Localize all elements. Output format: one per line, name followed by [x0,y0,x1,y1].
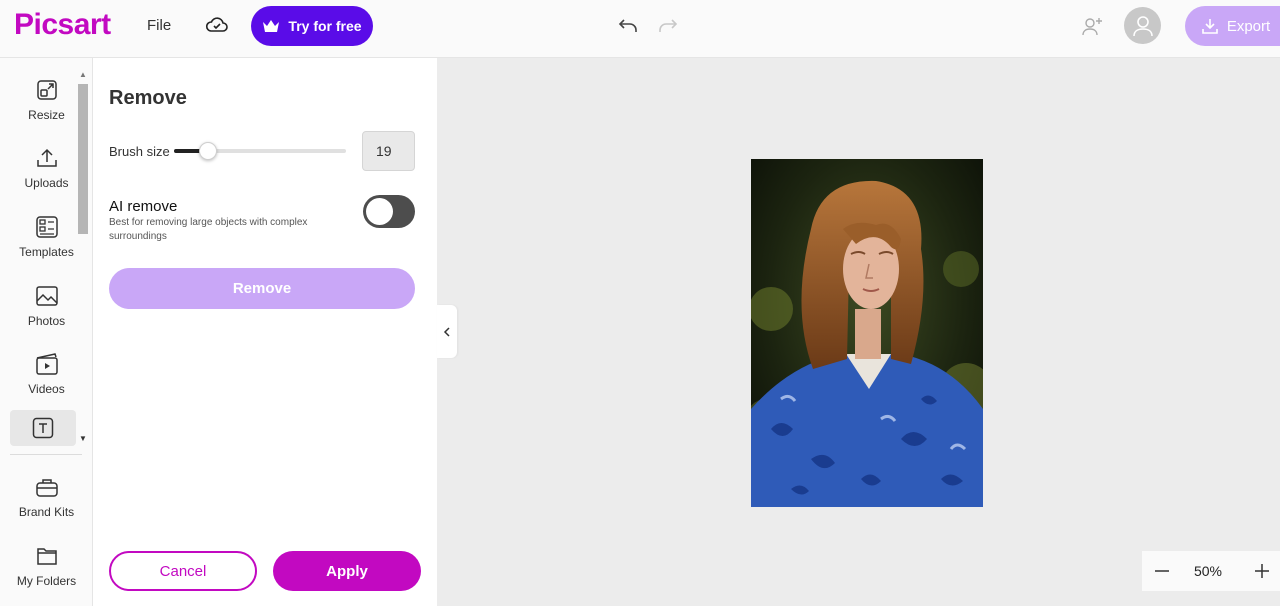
scroll-down-icon[interactable]: ▼ [79,434,87,443]
zoom-control: 50% [1142,551,1280,591]
undo-icon[interactable] [616,14,640,36]
export-button[interactable]: Export [1185,6,1280,46]
ai-remove-description: Best for removing large objects with com… [109,217,308,242]
remove-panel: Remove Brush size 19 AI remove Best for … [93,58,437,606]
remove-button[interactable]: Remove [109,268,415,309]
brush-size-slider[interactable] [174,142,346,160]
canvas-image[interactable] [751,159,983,507]
portrait-photo [751,159,983,507]
picsart-logo[interactable]: Picsart [14,8,111,42]
slider-handle[interactable] [199,142,217,160]
avatar[interactable] [1124,7,1161,44]
brush-size-input[interactable]: 19 [362,131,415,171]
cloud-saved-icon[interactable] [205,14,229,36]
brush-size-label: Brush size [109,144,170,159]
download-icon [1202,19,1218,34]
rail-divider [10,454,82,455]
redo-icon[interactable] [656,14,680,36]
folder-icon [36,548,57,565]
crown-icon [263,20,280,32]
user-icon [1132,15,1153,36]
toggle-knob [366,198,393,225]
text-icon [32,417,54,439]
rail-label: Photos [27,314,66,328]
rail-label: Brand Kits [18,505,75,519]
upload-icon [36,148,57,167]
try-for-free-label: Try for free [288,18,362,34]
zoom-level[interactable]: 50% [1186,563,1230,579]
file-menu[interactable]: File [147,17,171,34]
ai-remove-title: AI remove [109,198,178,215]
rail-label: Uploads [24,176,69,190]
collapse-panel-button[interactable] [437,305,457,358]
photo-icon [35,286,58,306]
zoom-in-icon[interactable] [1252,561,1272,581]
top-bar: Picsart File Try for free Export [0,0,1280,58]
scroll-thumb[interactable] [78,84,88,234]
rail-label: Resize [28,108,65,122]
ai-remove-toggle[interactable] [363,195,415,228]
rail-item-text[interactable] [10,410,76,446]
export-label: Export [1226,17,1271,35]
rail-label: Videos [28,382,65,396]
rail-scrollbar[interactable]: ▲ ▼ [76,70,90,450]
brand-kit-icon [35,479,58,497]
cancel-button[interactable]: Cancel [109,551,257,591]
chevron-left-icon [443,326,450,337]
video-icon [35,353,58,375]
rail-label: My Folders [16,574,77,588]
tool-rail: Resize Uploads Templates Photos Videos ▲… [0,58,93,606]
rail-item-brand-kits[interactable]: Brand Kits [0,475,93,535]
invite-user-icon[interactable] [1080,14,1104,38]
rail-item-my-folders[interactable]: My Folders [0,544,93,604]
scroll-up-icon[interactable]: ▲ [79,70,87,79]
try-for-free-button[interactable]: Try for free [251,6,373,46]
zoom-out-icon[interactable] [1152,561,1172,581]
apply-button[interactable]: Apply [273,551,421,591]
resize-icon [36,80,57,100]
rail-label: Templates [19,245,74,259]
templates-icon [35,216,58,238]
panel-title: Remove [109,87,187,109]
